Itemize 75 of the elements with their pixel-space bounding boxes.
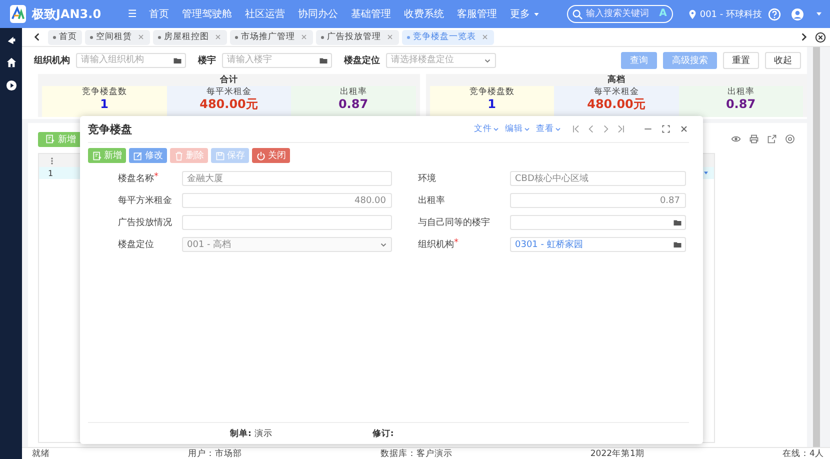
input-field[interactable]: CBD核心中心区域 <box>510 171 686 186</box>
nav-item[interactable]: 协同办公 <box>298 7 338 21</box>
metric-label: 出租率 <box>726 87 756 98</box>
text-button[interactable]: 重置 <box>723 52 759 68</box>
input-field[interactable]: 请输入组织机构 <box>76 52 186 68</box>
input-mode-label: A <box>659 8 667 19</box>
search-button[interactable]: 高级搜索 <box>663 52 717 68</box>
field-label: 与自己同等的楼宇 <box>418 216 490 229</box>
field-label: 组织机构 <box>418 238 454 251</box>
dialog-title: 竞争楼盘 <box>88 122 132 136</box>
required-mark: * <box>454 238 458 250</box>
input-field[interactable]: 0301 - 虹桥家园 <box>510 237 686 252</box>
toolbar-button[interactable]: 关闭 <box>252 148 290 163</box>
metric-value: 1 <box>100 98 108 111</box>
tab[interactable]: 广告投放管理 <box>316 30 399 44</box>
input-field[interactable]: 0.87 <box>510 193 686 208</box>
panel-title: 合计 <box>218 75 239 86</box>
field-label: 楼盘名称 <box>118 172 154 185</box>
metric-value: 1 <box>488 98 496 111</box>
tab[interactable]: 房屋租控图 <box>153 30 227 44</box>
menu-item[interactable]: 文件 <box>474 123 500 135</box>
metric-label: 出租率 <box>338 87 368 98</box>
toolbar-button[interactable]: 修改 <box>129 148 167 163</box>
metric-label: 每平米租金 <box>205 87 252 98</box>
required-mark: * <box>154 172 158 184</box>
status-text: 数据库：客户演示 <box>380 448 452 459</box>
nav-item[interactable]: 客服管理 <box>456 7 497 21</box>
tab[interactable]: 首页 <box>48 30 82 44</box>
field-label: 每平方米租金 <box>118 194 172 207</box>
filter-label: 楼宇 <box>198 54 216 66</box>
menu-icon[interactable]: ☰ <box>128 8 137 20</box>
more-menu[interactable]: 更多 <box>510 7 541 21</box>
row-number: 1 <box>48 168 54 178</box>
org-selector[interactable]: 001 - 环球科技 <box>686 8 762 20</box>
field-label: 出租率 <box>418 194 445 207</box>
field-label: 广告投放情况 <box>118 216 172 229</box>
footer-label: 制单: <box>230 428 252 440</box>
input-field[interactable]: 480.00 <box>182 193 392 208</box>
metric-value: 0.87 <box>338 98 368 111</box>
field-label: 环境 <box>418 172 436 185</box>
tab[interactable]: 空间租赁 <box>85 30 150 44</box>
field-label: 楼盘定位 <box>118 238 154 251</box>
metric-label: 每平米租金 <box>592 87 640 98</box>
metric-value: 0.87 <box>726 98 756 111</box>
nav-item[interactable]: 社区运营 <box>244 7 285 21</box>
tab[interactable]: 市场推广管理 <box>230 30 313 44</box>
nav-item[interactable]: 收费系统 <box>404 7 444 21</box>
select-field[interactable]: 请选择楼盘定位 <box>386 52 496 68</box>
input-field[interactable]: 金融大厦 <box>182 171 392 186</box>
panel-title: 高档 <box>606 75 626 86</box>
metric-value: 480.00元 <box>587 98 646 111</box>
search-button[interactable]: 查询 <box>621 52 657 68</box>
nav-item[interactable]: 管理驾驶舱 <box>182 7 232 21</box>
app-title: 极致JAN3.0 <box>32 6 102 22</box>
footer-label: 修订: <box>372 428 394 440</box>
input-field[interactable]: 请输入楼宇 <box>222 52 332 68</box>
tab[interactable]: 竞争楼盘一览表 <box>402 30 494 44</box>
menu-item[interactable]: 编辑 <box>505 123 531 135</box>
toolbar-button[interactable]: 新增 <box>88 148 126 163</box>
nav-item[interactable]: 首页 <box>148 7 169 21</box>
status-text: 2022年第1期 <box>590 448 644 459</box>
nav-item[interactable]: 基础管理 <box>350 7 391 21</box>
status-text: 在线：4人 <box>782 448 824 459</box>
metric-label: 竞争楼盘数 <box>80 87 128 98</box>
footer-value: 演示 <box>254 428 272 440</box>
filter-label: 楼盘定位 <box>344 54 380 66</box>
menu-item[interactable]: 查看 <box>536 123 562 135</box>
text-button[interactable]: 收起 <box>765 52 801 68</box>
status-text: 就绪 <box>32 448 50 459</box>
metric-value: 480.00元 <box>200 98 258 111</box>
select-field[interactable]: 001 - 高档 <box>182 237 392 252</box>
add-button[interactable]: 新增 <box>38 132 83 146</box>
status-text: 用户：市场部 <box>188 448 242 459</box>
metric-label: 竞争楼盘数 <box>468 87 516 98</box>
filter-label: 组织机构 <box>34 54 70 66</box>
